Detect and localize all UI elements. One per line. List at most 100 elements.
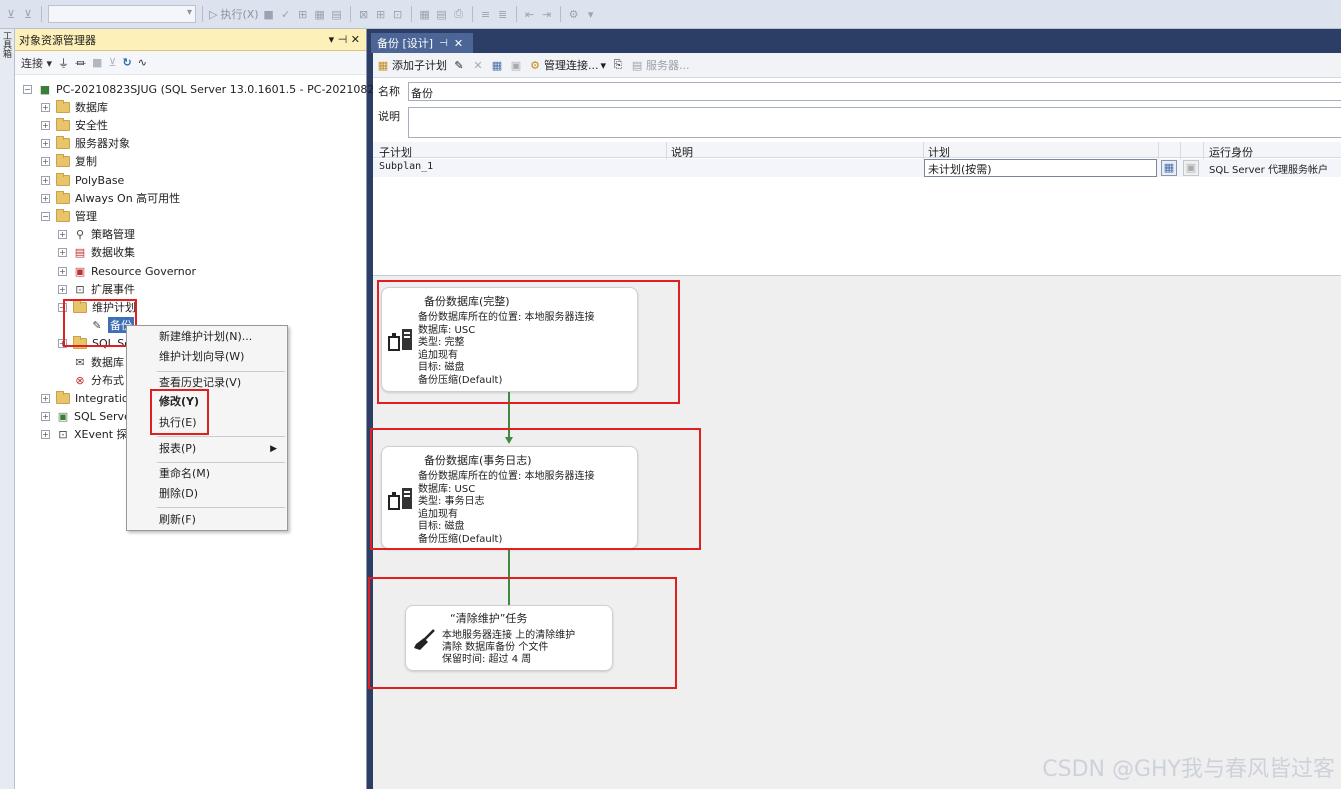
- expand-icon[interactable]: +: [58, 247, 67, 257]
- tree-node-always-on[interactable]: + Always On 高可用性: [41, 189, 180, 207]
- menu-item-reports[interactable]: 报表(P): [159, 440, 196, 458]
- database-combo[interactable]: [48, 5, 196, 23]
- tree-node-xevent-profiler[interactable]: + ⊡ XEvent 探: [41, 425, 128, 443]
- tree-node-polybase[interactable]: + PolyBase: [41, 171, 124, 189]
- subplan-schedule-icon[interactable]: ▦: [490, 58, 504, 72]
- name-field[interactable]: 备份: [408, 82, 1341, 101]
- expand-icon[interactable]: +: [41, 102, 50, 112]
- intellisense-icon[interactable]: ▤: [330, 7, 344, 21]
- tree-node-label: SQL Serve: [74, 409, 131, 423]
- stop-icon[interactable]: ■: [262, 7, 276, 21]
- menu-item-rename[interactable]: 重命名(M): [159, 465, 210, 483]
- designer-toolbar: ▦ 添加子计划 ✎ ✕ ▦ ▣ ⚙ 管理连接... ▾ ⎘ ▤ 服务器...: [373, 53, 1341, 78]
- comment-icon[interactable]: ≡: [479, 7, 493, 21]
- folder-icon: [56, 390, 70, 404]
- remove-schedule-icon[interactable]: ▣: [1183, 160, 1199, 176]
- grid-icon[interactable]: ▦: [313, 7, 327, 21]
- tree-node-label: Always On 高可用性: [75, 192, 181, 205]
- pin-icon[interactable]: ⊣: [439, 38, 448, 49]
- tree-node-server[interactable]: − ■ PC-20210823SJUG (SQL Server 13.0.1601.…: [23, 80, 381, 98]
- filter-settings-icon[interactable]: ⊻: [21, 7, 35, 21]
- expand-icon[interactable]: +: [41, 138, 50, 148]
- expand-icon[interactable]: +: [41, 175, 50, 185]
- tree-node-data-collection[interactable]: + ▤ 数据收集: [58, 243, 135, 261]
- description-field[interactable]: [408, 107, 1341, 138]
- results-grid-icon[interactable]: ▦: [418, 7, 432, 21]
- results-file-icon[interactable]: ⎙: [452, 7, 466, 21]
- menu-item-plan-wizard[interactable]: 维护计划向导(W): [159, 348, 244, 366]
- highlight-cleanup-task: [368, 577, 677, 689]
- subplan-properties-icon[interactable]: ✎: [452, 58, 466, 72]
- toolbox-strip[interactable]: 工具箱: [0, 29, 15, 789]
- tree-node-management[interactable]: − 管理: [41, 207, 97, 225]
- indent-icon[interactable]: ⇥: [540, 7, 554, 21]
- cell-run-as[interactable]: SQL Server 代理服务帐户: [1209, 161, 1328, 176]
- cell-subplan[interactable]: Subplan_1: [379, 161, 433, 172]
- query-options-icon[interactable]: ⊞: [374, 7, 388, 21]
- actual-plan-icon[interactable]: ⊡: [391, 7, 405, 21]
- disconnect-icon[interactable]: ⏛: [75, 55, 86, 71]
- panel-title: 对象资源管理器: [19, 33, 96, 47]
- expand-icon[interactable]: +: [41, 193, 50, 203]
- menu-item-new-plan[interactable]: 新建维护计划(N)...: [159, 328, 252, 346]
- overflow-icon[interactable]: ▾: [584, 7, 598, 21]
- expand-icon[interactable]: +: [58, 229, 67, 239]
- tree-node-replication[interactable]: + 复制: [41, 152, 97, 170]
- filter-icon[interactable]: ⊻: [108, 56, 116, 69]
- uncomment-icon[interactable]: ≣: [496, 7, 510, 21]
- tree-node-sql-server-agent[interactable]: + ▣ SQL Serve: [41, 407, 131, 425]
- expand-icon[interactable]: +: [41, 429, 50, 439]
- tree-node-policy-management[interactable]: + ⚲ 策略管理: [58, 225, 135, 243]
- tree-node-label: 分布式: [91, 374, 124, 387]
- toolbar-separator: [202, 6, 203, 22]
- expand-icon[interactable]: +: [58, 266, 67, 276]
- expand-icon[interactable]: +: [41, 393, 50, 403]
- manage-connections-button[interactable]: ⚙ 管理连接... ▾: [528, 57, 606, 73]
- collapse-icon[interactable]: −: [23, 84, 32, 94]
- outdent-icon[interactable]: ⇤: [523, 7, 537, 21]
- connect-icon[interactable]: ⏚: [58, 55, 69, 71]
- activity-monitor-icon[interactable]: ∿: [138, 56, 147, 69]
- servers-button[interactable]: ▤ 服务器...: [630, 57, 690, 73]
- delete-schedule-icon[interactable]: ▣: [509, 58, 523, 72]
- tree-node-database-mail[interactable]: ✉ 数据库: [73, 353, 124, 371]
- plan-icon[interactable]: ⊞: [296, 7, 310, 21]
- highlight-log-backup-task: [370, 428, 701, 550]
- xevent-icon: ⊡: [58, 427, 68, 441]
- dtc-icon: ⊗: [75, 373, 85, 387]
- parse-icon[interactable]: ✓: [279, 7, 293, 21]
- refresh-icon[interactable]: ↻: [123, 56, 132, 69]
- tree-node-resource-governor[interactable]: + ▣ Resource Governor: [58, 262, 196, 280]
- tree-node-security[interactable]: + 安全性: [41, 116, 108, 134]
- tree-node-distributed-transactions[interactable]: ⊗ 分布式: [73, 371, 124, 389]
- logging-icon[interactable]: ⎘: [611, 58, 625, 72]
- results-text-icon[interactable]: ▤: [435, 7, 449, 21]
- tree-node-extended-events[interactable]: + ⊡ 扩展事件: [58, 280, 135, 298]
- connect-button[interactable]: 连接 ▾: [21, 55, 52, 71]
- expand-icon[interactable]: +: [58, 284, 67, 294]
- menu-item-refresh[interactable]: 刷新(F): [159, 511, 196, 529]
- stop-icon[interactable]: ■: [92, 56, 102, 69]
- panel-controls[interactable]: ▾ ⊣ ✕: [329, 33, 360, 46]
- tree-node-server-objects[interactable]: + 服务器对象: [41, 134, 130, 152]
- add-subplan-button[interactable]: ▦ 添加子计划: [376, 57, 447, 73]
- cell-schedule[interactable]: 未计划(按需): [924, 159, 1157, 177]
- menu-item-delete[interactable]: 删除(D): [159, 485, 198, 503]
- tree-node-integration-services[interactable]: + Integratio: [41, 389, 129, 407]
- close-icon[interactable]: ✕: [454, 37, 463, 50]
- expand-icon[interactable]: +: [41, 156, 50, 166]
- expand-icon[interactable]: +: [41, 411, 50, 421]
- folder-icon: [56, 208, 70, 222]
- delete-subplan-icon[interactable]: ✕: [471, 58, 485, 72]
- expand-icon[interactable]: +: [41, 120, 50, 130]
- execute-button[interactable]: ▷ 执行(X): [209, 6, 259, 22]
- collapse-icon[interactable]: −: [41, 211, 50, 221]
- specify-values-icon[interactable]: ⚙: [567, 7, 581, 21]
- filter-icon[interactable]: ⊻: [4, 7, 18, 21]
- calendar-icon[interactable]: ▦: [1161, 160, 1177, 176]
- tree-node-databases[interactable]: + 数据库: [41, 98, 108, 116]
- estimated-plan-icon[interactable]: ⊠: [357, 7, 371, 21]
- tree-node-label: PolyBase: [75, 173, 125, 187]
- description-label: 说明: [378, 110, 400, 123]
- tab-backup-design[interactable]: 备份 [设计] ⊣ ✕: [371, 33, 473, 53]
